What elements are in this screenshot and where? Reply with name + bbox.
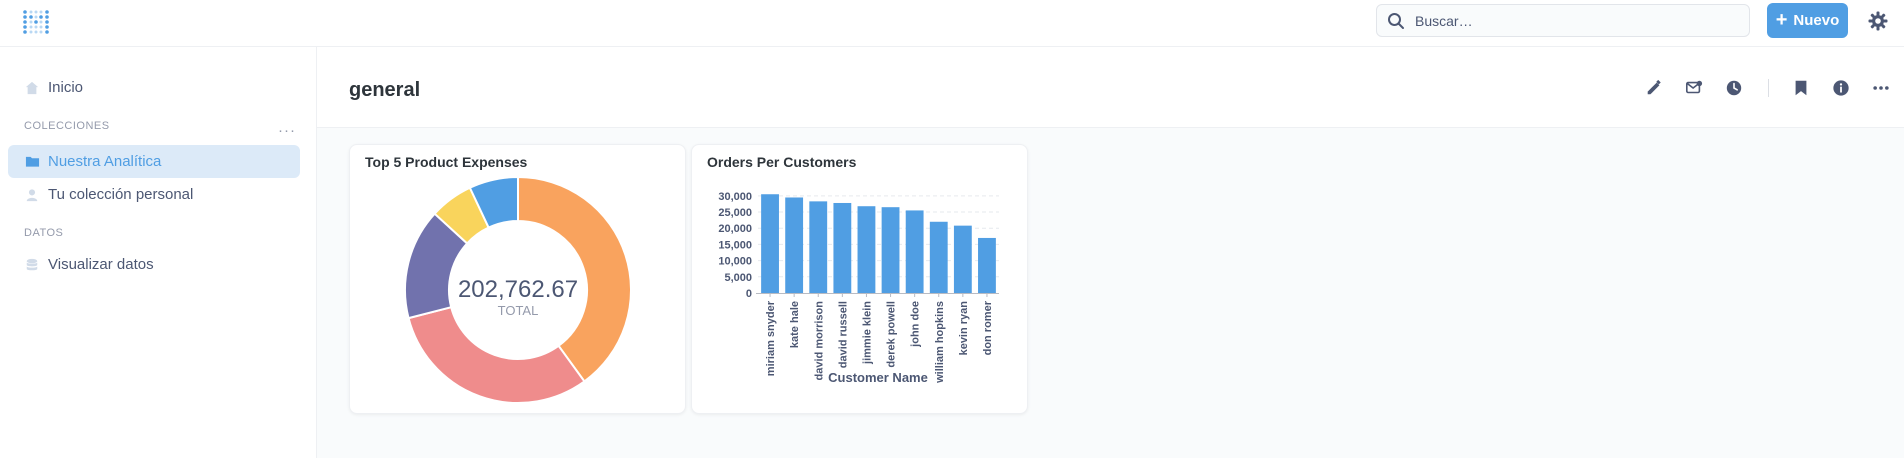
y-tick-label: 20,000 (718, 223, 752, 235)
bar-chart: 0 5,000 10,000 15,000 20,000 25,000 30,000 mir… (718, 191, 999, 385)
x-tick-label: miriam snyder (765, 300, 777, 376)
bookmark-icon[interactable] (1791, 78, 1811, 98)
search-input[interactable]: Buscar… (1376, 4, 1750, 37)
dashboard-canvas: Top 5 Product Expenses 202,762.67 TOTAL … (317, 128, 1904, 458)
bar[interactable] (929, 221, 948, 293)
new-button[interactable]: + Nuevo (1767, 3, 1848, 38)
x-tick-label: jimmie klein (861, 301, 873, 365)
x-tick-label: kevin ryan (958, 301, 970, 356)
y-tick-label: 15,000 (718, 239, 752, 251)
bar[interactable] (881, 207, 900, 293)
bar[interactable] (785, 197, 804, 293)
card-title[interactable]: Top 5 Product Expenses (365, 154, 527, 170)
sidebar-item-nuestra-analitica[interactable]: Nuestra Analítica (8, 145, 300, 178)
y-tick-label: 0 (746, 288, 752, 300)
y-tick-label: 30,000 (718, 191, 752, 203)
sidebar: Inicio COLECCIONES ··· Nuestra Analítica… (0, 47, 317, 458)
sidebar-item-personal-collection[interactable]: Tu colección personal (8, 178, 300, 211)
sidebar-item-browse-data[interactable]: Visualizar datos (8, 248, 300, 281)
sidebar-item-label: Visualizar datos (48, 256, 154, 273)
info-icon[interactable] (1831, 78, 1851, 98)
dashcard-top-5-product-expenses[interactable]: Top 5 Product Expenses 202,762.67 TOTAL (349, 144, 686, 414)
dashcard-orders-per-customers[interactable]: Orders Per Customers 0 5,000 10,000 15,000 2… (691, 144, 1028, 414)
database-icon (24, 257, 40, 273)
bar[interactable] (857, 206, 876, 293)
x-axis-label: Customer Name (828, 370, 928, 385)
x-tick-label: kate hale (789, 301, 801, 348)
plus-icon: + (1775, 8, 1788, 31)
donut-center-label: TOTAL (498, 303, 539, 318)
bar[interactable] (833, 202, 852, 293)
x-tick-label: david morrison (813, 301, 825, 381)
bar[interactable] (953, 225, 972, 293)
y-tick-label: 25,000 (718, 207, 752, 219)
collections-section-label: COLECCIONES (24, 120, 110, 132)
bar[interactable] (809, 201, 828, 293)
donut-chart: 202,762.67 TOTAL (404, 175, 632, 404)
sidebar-item-home[interactable]: Inicio (8, 71, 300, 104)
x-tick-label: john doe (910, 301, 922, 348)
sidebar-item-label: Inicio (48, 79, 84, 96)
y-tick-label: 10,000 (718, 256, 752, 268)
search-placeholder: Buscar… (1415, 13, 1473, 29)
sidebar-item-label: Nuestra Analítica (48, 153, 162, 170)
bar[interactable] (761, 194, 779, 293)
gear-icon[interactable] (1868, 11, 1888, 31)
donut-center-value: 202,762.67 (458, 276, 578, 303)
metabase-logo-icon[interactable] (22, 8, 50, 36)
dashboard-header: general (317, 47, 1904, 128)
card-title[interactable]: Orders Per Customers (707, 154, 856, 170)
bar[interactable] (978, 237, 996, 293)
more-icon[interactable] (1871, 78, 1891, 98)
history-icon[interactable] (1724, 78, 1744, 98)
edit-icon[interactable] (1644, 78, 1664, 98)
folder-icon (24, 154, 40, 170)
x-tick-label: don romer (982, 300, 994, 355)
header-divider (1768, 79, 1769, 97)
home-icon (24, 80, 40, 96)
x-tick-label: william hopkins (934, 301, 946, 384)
sidebar-item-label: Tu colección personal (48, 186, 194, 203)
y-tick-label: 5,000 (724, 272, 752, 284)
person-icon (24, 187, 40, 203)
top-navbar: Buscar… + Nuevo (0, 0, 1904, 47)
x-tick-label: derek powell (886, 301, 898, 368)
subscription-icon[interactable] (1684, 78, 1704, 98)
search-icon (1388, 13, 1404, 29)
data-section-label: DATOS (24, 227, 64, 239)
page-title: general (349, 79, 421, 101)
new-button-label: Nuevo (1793, 12, 1840, 29)
x-tick-label: david russell (837, 301, 849, 368)
donut-slice[interactable] (407, 305, 586, 404)
collections-more-icon[interactable]: ··· (278, 122, 296, 139)
bar[interactable] (905, 210, 924, 293)
